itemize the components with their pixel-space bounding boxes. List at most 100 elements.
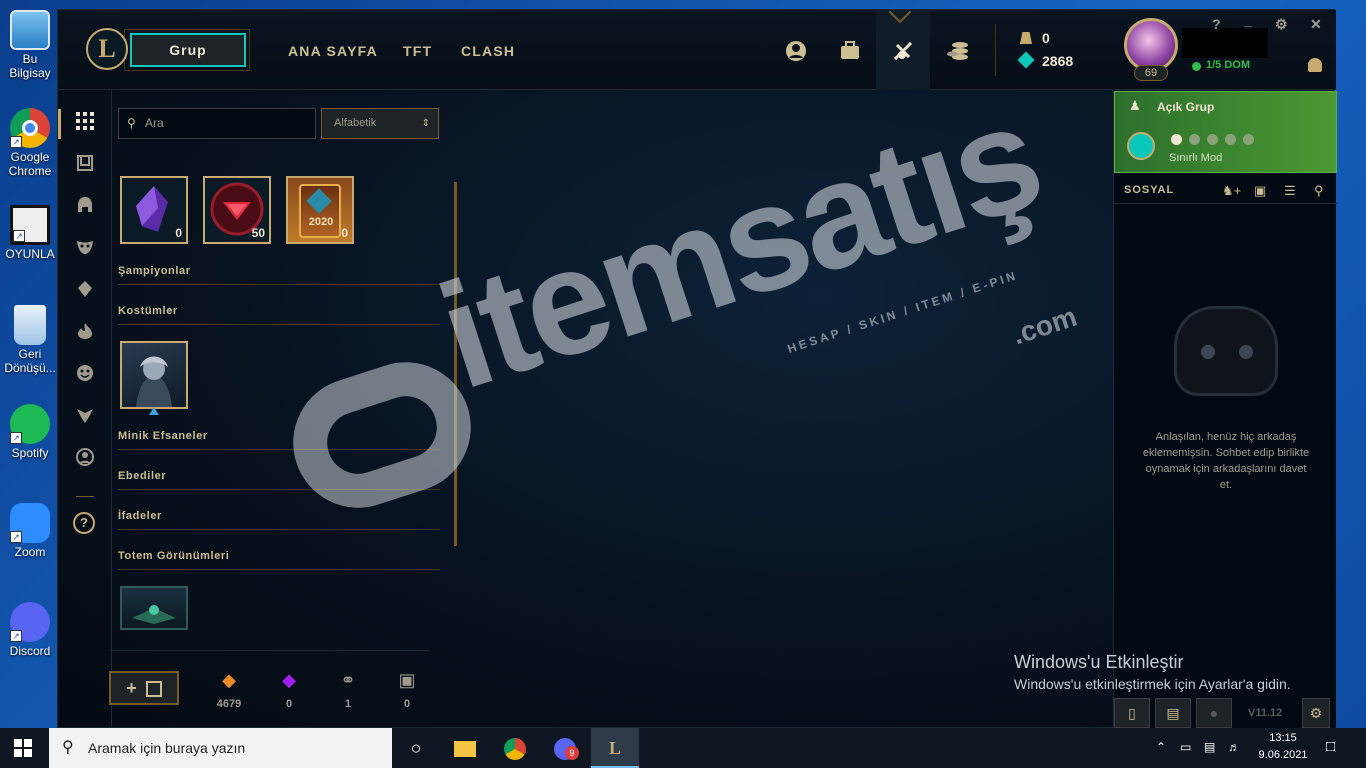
- grid-icon[interactable]: [73, 112, 97, 136]
- champion-skin-portrait: [136, 356, 172, 407]
- skin-tile[interactable]: [120, 341, 188, 409]
- help-icon[interactable]: ?: [73, 512, 95, 534]
- skin-mask-icon[interactable]: [73, 238, 97, 262]
- ward-icon: [132, 605, 176, 624]
- search-icon: ⚲: [127, 116, 136, 130]
- ward-totem-icon[interactable]: [73, 406, 97, 430]
- chest-icon[interactable]: [73, 154, 97, 178]
- windows-start-icon[interactable]: [14, 739, 32, 757]
- party-slot-empty[interactable]: [1243, 134, 1254, 145]
- task-view-icon[interactable]: ○: [392, 728, 440, 768]
- loot-tile-red-gem-orb[interactable]: 50: [203, 176, 271, 244]
- action-center-icon[interactable]: □: [1326, 738, 1335, 755]
- search-input[interactable]: ⚲ Ara: [118, 108, 316, 139]
- blue-essence-value: 2868: [1042, 53, 1074, 69]
- ward-skin-tile[interactable]: [120, 586, 188, 630]
- close-icon[interactable]: ✕: [1310, 16, 1322, 33]
- top-bar: L Grup ANA SAYFA TFT CLASH 0 2868 69 1/5…: [58, 0, 1336, 90]
- discord-taskbar-icon[interactable]: 9: [541, 728, 589, 768]
- add-chest-button[interactable]: +: [109, 671, 179, 705]
- sort-dropdown[interactable]: Alfabetik ⇕: [321, 108, 439, 139]
- help-icon[interactable]: ?: [1212, 16, 1221, 32]
- chat-button[interactable]: ▯: [1114, 698, 1150, 728]
- monitor-icon: ↗: [10, 205, 50, 245]
- status-text: 1/5 DOM: [1206, 59, 1251, 71]
- online-status-icon: [1192, 62, 1201, 71]
- party-slot-empty[interactable]: [1189, 134, 1200, 145]
- champion-helmet-icon[interactable]: [73, 196, 97, 220]
- loot-icon[interactable]: [891, 40, 915, 64]
- league-logo-icon[interactable]: L: [86, 28, 128, 70]
- emote-face-icon[interactable]: [73, 364, 97, 388]
- party-slot-empty[interactable]: [1207, 134, 1218, 145]
- desktop-icon-computer[interactable]: Bu Bilgisay: [4, 10, 56, 80]
- store-coins-icon[interactable]: [946, 40, 970, 64]
- chrome-taskbar-icon[interactable]: [491, 728, 539, 768]
- avatar[interactable]: [1124, 18, 1178, 72]
- settings-icon[interactable]: ⚙: [1275, 16, 1288, 33]
- key-fragment-value: 1: [344, 698, 352, 710]
- party-panel[interactable]: ♟ Açık Grup Sınırlı Mod: [1114, 91, 1337, 173]
- group-button[interactable]: Grup: [130, 33, 246, 67]
- taskbar-search-input[interactable]: ⚲ Aramak için buraya yazın: [49, 728, 392, 768]
- divider: [76, 496, 94, 497]
- network-icon[interactable]: ▤: [1204, 740, 1215, 754]
- volume-icon[interactable]: ♬: [1228, 740, 1240, 754]
- list-icon[interactable]: ☰: [1284, 183, 1296, 199]
- section-skins[interactable]: Kostümler: [118, 305, 440, 325]
- desktop-icon-label: Discord: [9, 644, 51, 658]
- profile-icon[interactable]: [784, 40, 808, 64]
- taskbar-search-placeholder: Aramak için buraya yazın: [88, 740, 246, 756]
- file-explorer-icon[interactable]: [441, 728, 489, 768]
- section-emotes[interactable]: İfadeler: [118, 510, 440, 530]
- add-friend-icon[interactable]: ♞+: [1222, 183, 1241, 199]
- mic-icon[interactable]: ●: [1196, 698, 1232, 728]
- league-client-window: L Grup ANA SAYFA TFT CLASH 0 2868 69 1/5…: [57, 0, 1337, 729]
- profile-icon-nav[interactable]: [73, 448, 97, 472]
- computer-icon: [10, 10, 50, 50]
- desktop-icon-spotify[interactable]: ↗ Spotify: [4, 404, 56, 460]
- loot-tile-purple-crystal[interactable]: 0: [120, 176, 188, 244]
- section-ward-skins[interactable]: Totem Görünümleri: [118, 550, 440, 570]
- tile-count: 0: [341, 226, 348, 240]
- orange-essence-icon: ◆: [222, 670, 236, 690]
- riot-points-value: 0: [1042, 30, 1050, 46]
- section-champions[interactable]: Şampiyonlar: [118, 265, 440, 285]
- notification-bell-icon[interactable]: [1308, 58, 1322, 72]
- desktop-icon-games[interactable]: ↗ OYUNLA: [4, 205, 56, 261]
- desktop-icon-label: OYUNLA: [5, 247, 55, 261]
- desktop-icon-zoom[interactable]: ↗ Zoom: [4, 503, 56, 559]
- mission-button[interactable]: ▤: [1155, 698, 1191, 728]
- party-title: Açık Grup: [1157, 100, 1215, 114]
- sort-selected: Alfabetik: [334, 117, 377, 129]
- bug-report-icon[interactable]: ⚙: [1302, 698, 1330, 728]
- blue-essence-icon: [1017, 51, 1035, 69]
- party-slot-empty[interactable]: [1225, 134, 1236, 145]
- section-little-legends[interactable]: Minik Efsaneler: [118, 430, 440, 450]
- desktop-icon-recycle-bin[interactable]: Geri Dönüşü...: [4, 305, 56, 375]
- desktop-icon-chrome[interactable]: ↗ Google Chrome: [4, 108, 56, 178]
- key-fragment-icon: ⚭: [340, 670, 356, 690]
- little-legend-icon[interactable]: [73, 280, 97, 304]
- add-folder-icon[interactable]: ▣: [1254, 183, 1266, 199]
- search-placeholder: Ara: [145, 116, 164, 130]
- minimize-icon[interactable]: _: [1244, 12, 1252, 28]
- search-icon[interactable]: ⚲: [1314, 183, 1324, 199]
- league-taskbar-icon[interactable]: L: [591, 728, 639, 768]
- collection-bag-icon[interactable]: [838, 40, 862, 64]
- party-mode: Sınırlı Mod: [1169, 152, 1223, 164]
- loot-tile-card-2020[interactable]: 2020 0: [286, 176, 354, 244]
- clock-time[interactable]: 13:15: [1253, 732, 1313, 744]
- scrollbar[interactable]: [454, 182, 457, 546]
- nav-home[interactable]: ANA SAYFA: [288, 43, 378, 59]
- desktop-icon-discord[interactable]: ↗ Discord: [4, 602, 56, 658]
- tray-chevron-up-icon[interactable]: ⌃: [1156, 740, 1166, 754]
- nav-clash[interactable]: CLASH: [461, 43, 515, 59]
- eternals-flame-icon[interactable]: [73, 322, 97, 346]
- nav-tft[interactable]: TFT: [403, 43, 432, 59]
- empty-friends-text: Anlaşılan, henüz hiç arkadaş eklememişsi…: [1142, 431, 1310, 491]
- clock-date[interactable]: 9.06.2021: [1253, 749, 1313, 761]
- battery-icon[interactable]: ▭: [1180, 740, 1191, 754]
- search-icon: ⚲: [62, 739, 74, 756]
- section-eternals[interactable]: Ebediler: [118, 470, 440, 490]
